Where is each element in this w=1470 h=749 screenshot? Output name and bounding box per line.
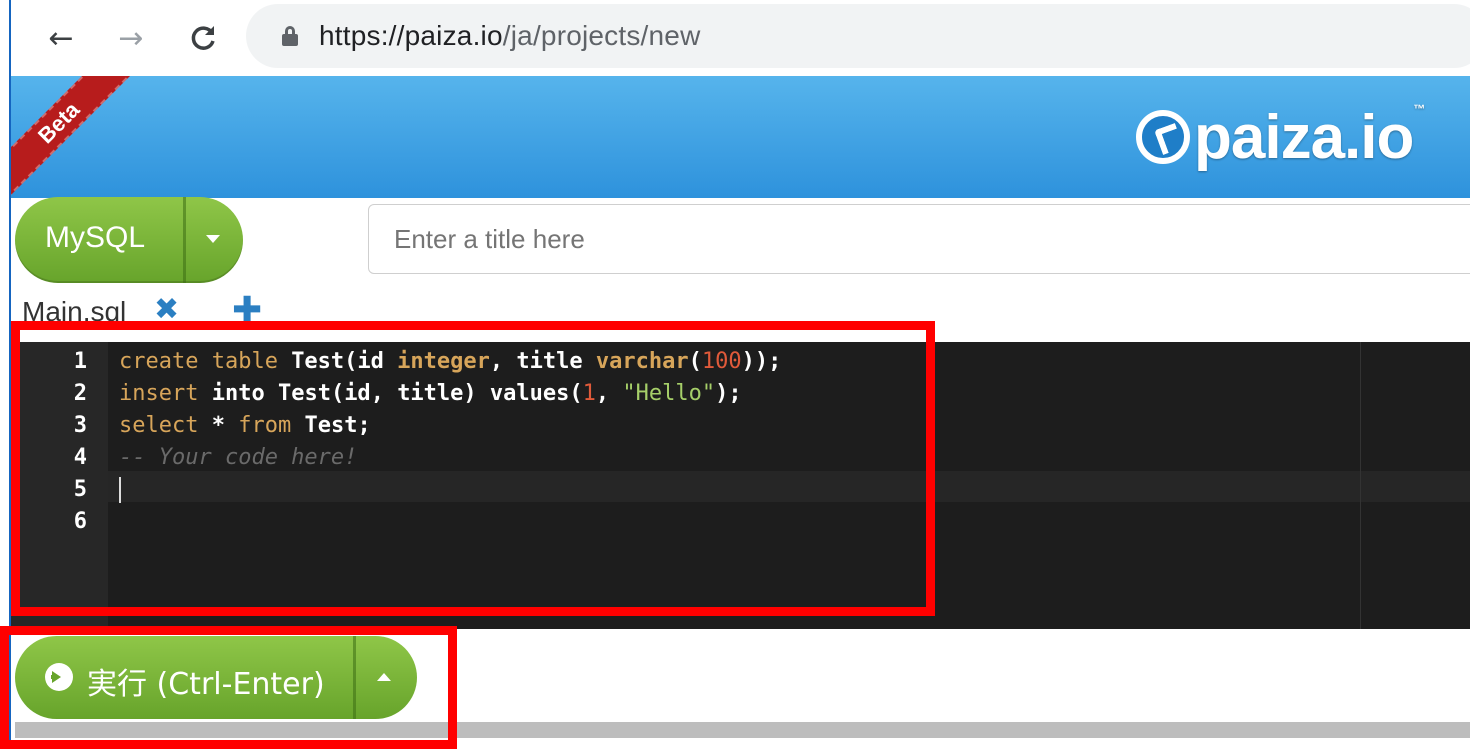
- code-line: 2 insert into Test(id, title) values(1, …: [11, 377, 1470, 409]
- line-number: 3: [73, 413, 87, 438]
- line-number: 4: [73, 445, 87, 470]
- url-text[interactable]: https://paiza.io/ja/projects/new: [319, 20, 701, 52]
- title-input[interactable]: [368, 204, 1470, 274]
- code-editor[interactable]: 1 create table Test(id integer, title va…: [11, 342, 1470, 629]
- run-button-label: 実行 (Ctrl-Enter): [87, 667, 325, 702]
- output-panel-divider[interactable]: [15, 722, 1470, 738]
- language-dropdown-button[interactable]: MySQL: [15, 197, 243, 283]
- run-arrow-circle-icon: [45, 663, 73, 691]
- line-number: 5: [73, 477, 87, 502]
- paiza-logo[interactable]: paiza.io™: [1136, 101, 1425, 172]
- code-line: 4 -- Your code here!: [11, 441, 1470, 473]
- run-button[interactable]: 実行 (Ctrl-Enter): [15, 636, 417, 719]
- text-cursor: [119, 477, 121, 503]
- browser-toolbar: ← → https://paiza.io/ja/projects/new: [11, 0, 1470, 76]
- back-arrow-icon[interactable]: ←: [41, 18, 81, 58]
- url-host: https://paiza.io: [319, 20, 503, 51]
- reload-icon[interactable]: [183, 18, 223, 58]
- line-number: 1: [73, 349, 87, 374]
- button-divider: [353, 636, 356, 719]
- caret-down-icon[interactable]: [206, 235, 220, 243]
- forward-arrow-icon[interactable]: →: [111, 18, 151, 58]
- code-line-text: select * from Test;: [119, 413, 371, 438]
- caret-up-icon[interactable]: [377, 673, 391, 681]
- code-line: 6: [11, 505, 1470, 537]
- code-comment: -- Your code here!: [119, 445, 358, 470]
- window-edge: [0, 0, 9, 749]
- code-line: 1 create table Test(id integer, title va…: [11, 345, 1470, 377]
- logo-text: paiza.io™: [1194, 101, 1425, 172]
- tab-main-sql[interactable]: Main.sql: [22, 296, 126, 328]
- code-line-text: create table Test(id integer, title varc…: [119, 349, 782, 374]
- line-number: 2: [73, 381, 87, 406]
- close-tab-icon[interactable]: ✖: [154, 292, 179, 327]
- paiza-logo-icon: [1136, 110, 1190, 164]
- url-path: /ja/projects/new: [502, 20, 701, 51]
- site-header: Beta paiza.io™: [11, 76, 1470, 198]
- code-line: 3 select * from Test;: [11, 409, 1470, 441]
- beta-ribbon: Beta: [11, 76, 142, 198]
- code-line: 5: [11, 473, 1470, 505]
- line-number: 6: [73, 509, 87, 534]
- language-label: MySQL: [45, 221, 146, 254]
- address-bar[interactable]: https://paiza.io/ja/projects/new: [246, 4, 1470, 68]
- code-line-text: insert into Test(id, title) values(1, "H…: [119, 381, 742, 406]
- lock-icon: [282, 26, 298, 46]
- add-tab-icon[interactable]: ✚: [232, 290, 262, 331]
- button-divider: [183, 197, 186, 283]
